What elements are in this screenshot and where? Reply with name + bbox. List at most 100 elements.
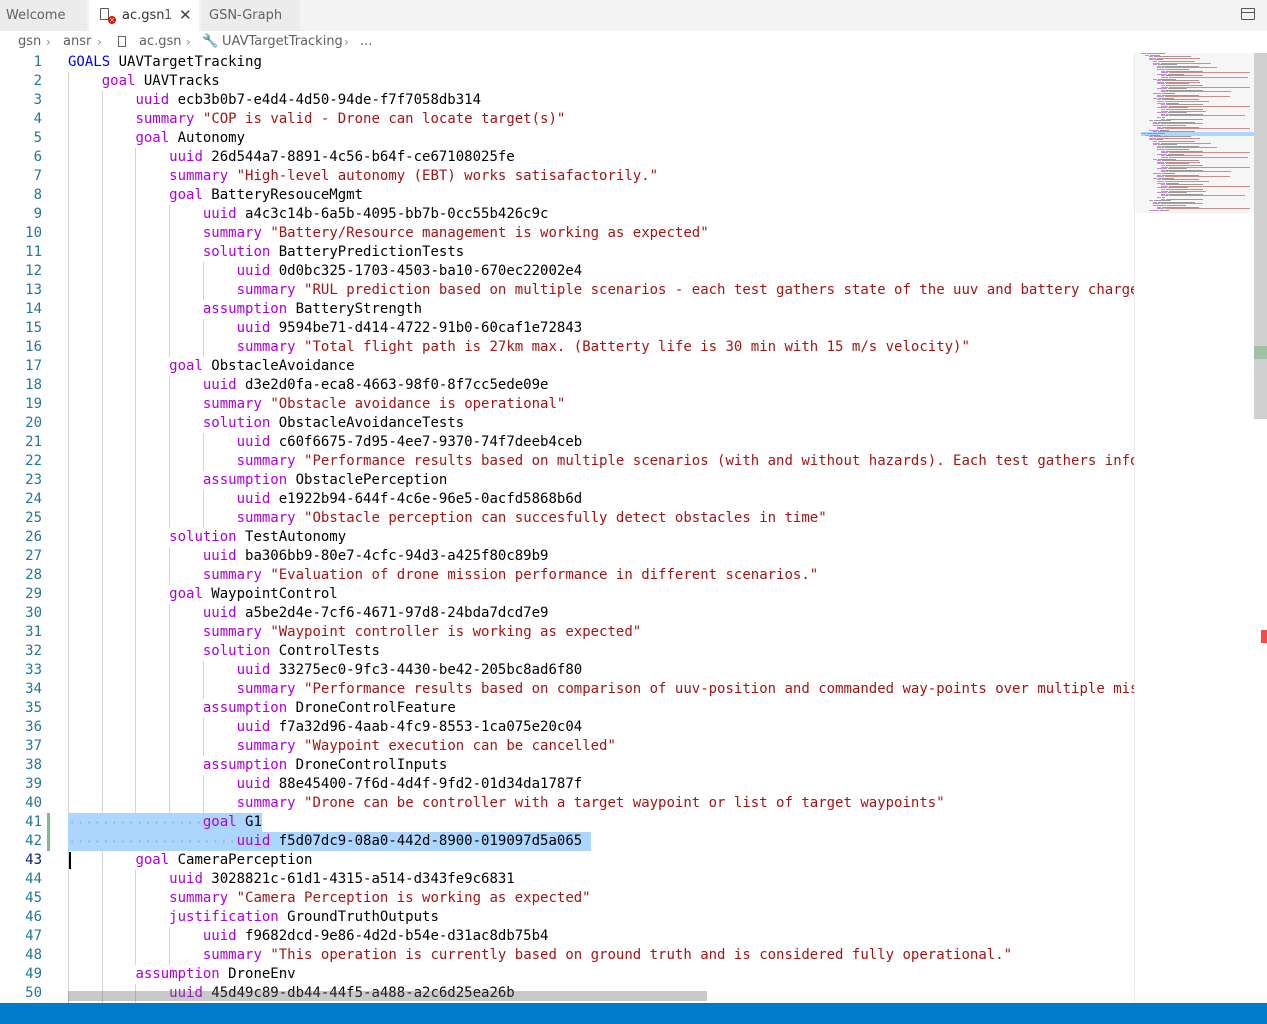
breadcrumb-ac-gsn[interactable]: ac.gsn: [139, 31, 182, 53]
tab-problem-count: 1: [164, 8, 173, 23]
code-identifier: BatteryResouceMgmt: [202, 187, 364, 203]
split-editor-layout-icon[interactable]: [1241, 8, 1255, 20]
code-line: 34 summary "Performance results based on …: [0, 680, 1134, 699]
line-number: 32: [25, 643, 42, 659]
line-number: 27: [25, 548, 42, 564]
code-keyword: summary: [202, 225, 262, 241]
line-number: 13: [25, 282, 42, 298]
code-text: assumption ObstaclePerception: [203, 471, 447, 490]
code-line: 11 solution BatteryPredictionTests: [0, 243, 1134, 262]
code-line: 48 summary "This operation is currently b…: [0, 946, 1134, 965]
code-identifier: G1: [236, 814, 262, 830]
line-number: 36: [25, 719, 42, 735]
code-identifier: e1922b94-644f-4c6e-96e5-0acfd5868b6d: [270, 491, 583, 507]
line-number: 22: [25, 453, 42, 469]
code-text: summary "Performance results based on mu…: [237, 452, 1134, 471]
code-keyword: summary: [236, 510, 296, 526]
code-identifier: ObstacleAvoidanceTests: [270, 415, 465, 431]
code-keyword: summary: [236, 795, 296, 811]
code-identifier: CameraPerception: [169, 852, 313, 868]
close-icon[interactable]: ✕: [179, 0, 192, 31]
tab-ac-gsn[interactable]: × ac.gsn 1 ✕: [89, 0, 200, 31]
code-line: 14 assumption BatteryStrength: [0, 300, 1134, 319]
line-number: 46: [25, 909, 42, 925]
code-keyword: summary: [135, 111, 195, 127]
code-line: 46 justification GroundTruthOutputs: [0, 908, 1134, 927]
code-line: 27 uuid ba306bb9-80e7-4cfc-94d3-a425f80c8…: [0, 547, 1134, 566]
code-identifier: a4c3c14b-6a5b-4095-bb7b-0cc55b426c9c: [236, 206, 549, 222]
minimap[interactable]: [1134, 53, 1254, 1003]
code-string: "Camera Perception is working as expecte…: [236, 890, 591, 906]
code-keyword: goal: [135, 130, 170, 146]
code-keyword: justification: [169, 909, 279, 925]
code-text: summary "This operation is currently bas…: [203, 946, 1012, 965]
code-text: solution BatteryPredictionTests: [203, 243, 464, 262]
tab-welcome[interactable]: Welcome: [0, 0, 88, 31]
code-line: 13 summary "RUL prediction based on multi…: [0, 281, 1134, 300]
code-text: summary "High-level autonomy (EBT) works…: [169, 167, 658, 186]
code-line: 29 goal WaypointControl: [0, 585, 1134, 604]
code-line: 35 assumption DroneControlFeature: [0, 699, 1134, 718]
code-identifier: BatteryStrength: [287, 301, 423, 317]
code-string: "Battery/Resource management is working …: [270, 225, 709, 241]
code-text: goal WaypointControl: [169, 585, 338, 604]
code-identifier: ObstacleAvoidance: [202, 358, 355, 374]
breadcrumb: gsn › ansr › ac.gsn › 🔧 UAVTargetTrackin…: [0, 31, 1267, 53]
code-keyword: uuid: [169, 871, 203, 887]
code-line: 49 assumption DroneEnv: [0, 965, 1134, 984]
code-text: uuid c60f6675-7d95-4ee7-9370-74f7deeb4ce…: [237, 433, 583, 452]
code-text: goal CameraPerception: [135, 851, 312, 870]
code-line: 23 assumption ObstaclePerception: [0, 471, 1134, 490]
code-keyword: summary: [236, 738, 296, 754]
code-text: summary "Evaluation of drone mission per…: [203, 566, 818, 585]
code-identifier: ecb3b0b7-e4d4-4d50-94de-f7f7058db314: [169, 92, 482, 108]
minimap-line: [1169, 171, 1231, 173]
code-identifier: 9594be71-d414-4722-91b0-60caf1e72843: [270, 320, 583, 336]
code-text: goal UAVTracks: [102, 72, 220, 91]
code-keyword: uuid: [236, 320, 271, 336]
code-identifier: Autonomy: [169, 130, 246, 146]
code-keyword: assumption: [202, 757, 288, 773]
code-keyword: summary: [202, 947, 262, 963]
code-line: 9 uuid a4c3c14b-6a5b-4095-bb7b-0cc55b426c…: [0, 205, 1134, 224]
breadcrumb-more[interactable]: ...: [360, 31, 372, 53]
code-text: uuid 3028821c-61d1-4315-a514-d343fe9c683…: [169, 870, 515, 889]
code-text: summary "Obstacle perception can succesf…: [237, 509, 827, 528]
code-line: 24 uuid e1922b94-644f-4c6e-96e5-0acfd5868…: [0, 490, 1134, 509]
breadcrumb-uavtargettracking[interactable]: UAVTargetTracking: [222, 31, 343, 53]
minimap-line: [1169, 77, 1248, 78]
code-line: 26 solution TestAutonomy: [0, 528, 1134, 547]
vertical-scrollbar-thumb[interactable]: [1254, 53, 1267, 419]
code-text: summary "Camera Perception is working as…: [169, 889, 590, 908]
code-keyword: summary: [236, 681, 296, 697]
line-number: 43: [25, 852, 42, 868]
breadcrumb-gsn[interactable]: gsn: [18, 31, 41, 53]
code-identifier: f9682dcd-9e86-4d2d-b54e-d31ac8db75b4: [236, 928, 549, 944]
line-number: 38: [25, 757, 42, 773]
breadcrumb-ansr[interactable]: ansr: [63, 31, 91, 53]
code-identifier: BatteryPredictionTests: [270, 244, 465, 260]
code-line: 7 summary "High-level autonomy (EBT) work…: [0, 167, 1134, 186]
code-text: summary "Drone can be controller with a …: [237, 794, 945, 813]
code-identifier: f5d07dc9-08a0-442d-8900-019097d5a065: [270, 833, 583, 849]
code-keyword: solution: [202, 643, 271, 659]
code-string: "RUL prediction based on multiple scenar…: [304, 282, 1134, 298]
code-string: "Waypoint controller is working as expec…: [270, 624, 642, 640]
code-keyword: uuid: [236, 719, 271, 735]
code-editor[interactable]: 1 GOALS UAVTargetTracking 2 goal UAVTracks 3…: [0, 53, 1134, 1003]
vertical-scrollbar[interactable]: [1254, 53, 1267, 1003]
code-line: 42 uuid f5d07dc9-08a0-442d-8900-019097d5a…: [0, 832, 1134, 851]
code-line: 8 goal BatteryResouceMgmt: [0, 186, 1134, 205]
code-identifier: c60f6675-7d95-4ee7-9370-74f7deeb4ceb: [270, 434, 583, 450]
line-number: 8: [33, 187, 42, 203]
code-identifier: 3028821c-61d1-4315-a514-d343fe9c6831: [202, 871, 515, 887]
horizontal-scrollbar-thumb[interactable]: [68, 991, 707, 1001]
tab-gsn-graph[interactable]: GSN-Graph: [201, 0, 301, 31]
code-keyword: summary: [236, 339, 296, 355]
scrollbar-error-marker: [1261, 630, 1267, 643]
code-keyword: assumption: [202, 301, 288, 317]
code-line: 20 solution ObstacleAvoidanceTests: [0, 414, 1134, 433]
line-number: 9: [33, 206, 42, 222]
code-keyword: summary: [202, 624, 262, 640]
line-number: 20: [25, 415, 42, 431]
